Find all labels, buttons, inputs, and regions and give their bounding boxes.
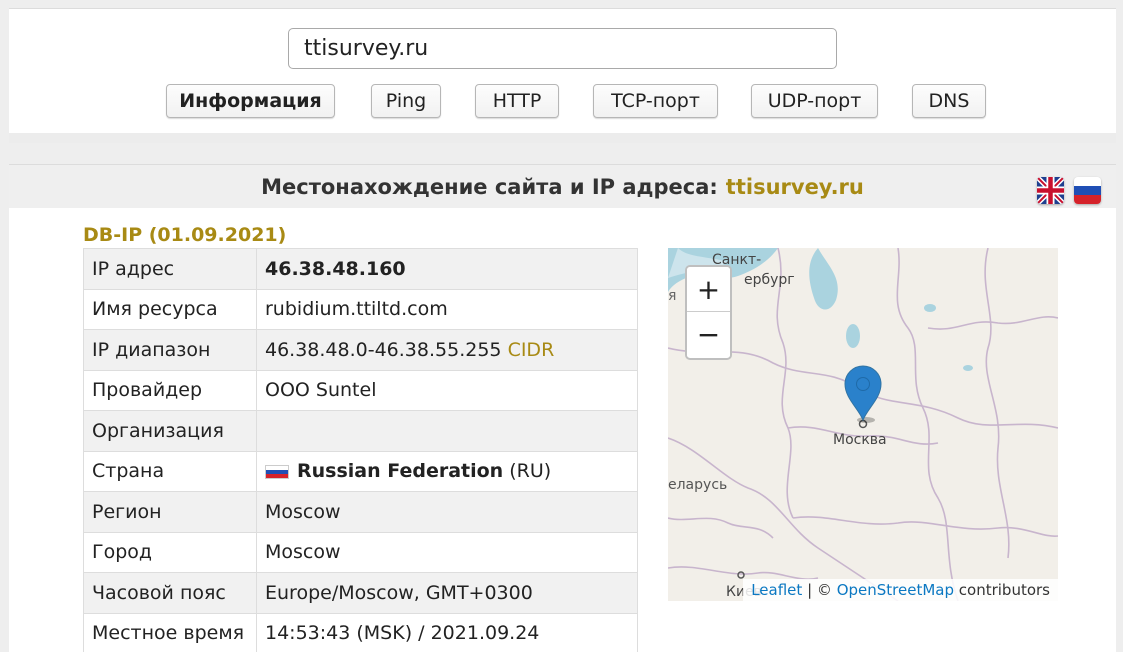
local-time-value: 14:53:43 (MSK) / 2021.09.24 (256, 612, 638, 652)
russian-flag-icon[interactable] (1074, 177, 1101, 204)
domain-search-input[interactable] (288, 28, 837, 69)
table-row: Страна Russian Federation (RU) (83, 450, 638, 492)
panel-header: Местонахождение сайта и IP адреса: ttisu… (9, 165, 1116, 208)
ip-range-value: 46.38.48.0-46.38.55.255 (265, 338, 502, 361)
organization-value (256, 410, 638, 452)
openstreetmap-link[interactable]: OpenStreetMap (837, 581, 954, 599)
table-row: Организация (83, 410, 638, 452)
country-cell: Russian Federation (RU) (256, 450, 638, 492)
table-row: Местное время 14:53:43 (MSK) / 2021.09.2… (83, 612, 638, 652)
row-label: Регион (83, 491, 257, 533)
panel-footer-strip (9, 133, 1116, 143)
table-row: Провайдер OOO Suntel (83, 369, 638, 411)
ip-range-cell: 46.38.48.0-46.38.55.255 CIDR (256, 329, 638, 371)
table-row: Часовой пояс Europe/Moscow, GMT+0300 (83, 572, 638, 614)
map-label-spb2: ербург (744, 272, 795, 288)
timezone-value: Europe/Moscow, GMT+0300 (256, 572, 638, 614)
row-label: Имя ресурса (83, 288, 257, 330)
ip-address-value: 46.38.48.160 (256, 248, 638, 290)
row-label: Часовой пояс (83, 572, 257, 614)
row-label: Город (83, 531, 257, 573)
city-value: Moscow (256, 531, 638, 573)
country-value: Russian Federation (297, 460, 504, 483)
table-row: Имя ресурса rubidium.ttiltd.com (83, 288, 638, 330)
map-label-edge: я (668, 288, 676, 304)
row-label: Местное время (83, 612, 257, 652)
row-label: Провайдер (83, 369, 257, 411)
tab-http-button[interactable]: HTTP (475, 84, 559, 118)
row-label: IP диапазон (83, 329, 257, 371)
zoom-in-button[interactable]: + (687, 267, 730, 312)
map-attribution: Leaflet | © OpenStreetMap contributors (743, 579, 1058, 601)
hostname-value: rubidium.ttiltd.com (256, 288, 638, 330)
map-label-belarus: еларусь (668, 477, 727, 493)
search-panel: Информация Ping HTTP TCP-порт UDP-порт D… (9, 8, 1116, 143)
map-zoom-control: + − (685, 265, 732, 360)
location-panel: Местонахождение сайта и IP адреса: ttisu… (9, 164, 1116, 652)
table-row: IP диапазон 46.38.48.0-46.38.55.255 CIDR (83, 329, 638, 371)
zoom-out-button[interactable]: − (687, 312, 730, 357)
map-label-moscow: Москва (833, 432, 887, 448)
location-map[interactable]: Санкт- ербург я Москва еларусь Киев + − … (668, 248, 1058, 601)
tab-dns-button[interactable]: DNS (912, 84, 986, 118)
leaflet-link[interactable]: Leaflet (751, 581, 802, 599)
page-title: Местонахождение сайта и IP адреса: (261, 174, 718, 199)
country-code: (RU) (509, 460, 552, 483)
table-row: Регион Moscow (83, 491, 638, 533)
cidr-link[interactable]: CIDR (508, 339, 555, 361)
database-title: DB-IP (01.09.2021) (83, 224, 287, 246)
tab-tcp-port-button[interactable]: TCP-порт (593, 84, 718, 118)
russia-flag-icon (265, 464, 289, 479)
attribution-contributors: contributors (958, 581, 1050, 599)
provider-value: OOO Suntel (256, 369, 638, 411)
row-label: Страна (83, 450, 257, 492)
attribution-separator: | © (807, 581, 832, 599)
page-title-domain: ttisurvey.ru (725, 174, 864, 199)
ip-info-table: IP адрес 46.38.48.160 Имя ресурса rubidi… (83, 248, 638, 652)
row-label: IP адрес (83, 248, 257, 290)
table-row: IP адрес 46.38.48.160 (83, 248, 638, 290)
region-value: Moscow (256, 491, 638, 533)
table-row: Город Moscow (83, 531, 638, 573)
tab-info-button[interactable]: Информация (166, 84, 335, 118)
tab-ping-button[interactable]: Ping (371, 84, 441, 118)
tab-udp-port-button[interactable]: UDP-порт (751, 84, 878, 118)
english-flag-icon[interactable] (1037, 177, 1064, 204)
row-label: Организация (83, 410, 257, 452)
